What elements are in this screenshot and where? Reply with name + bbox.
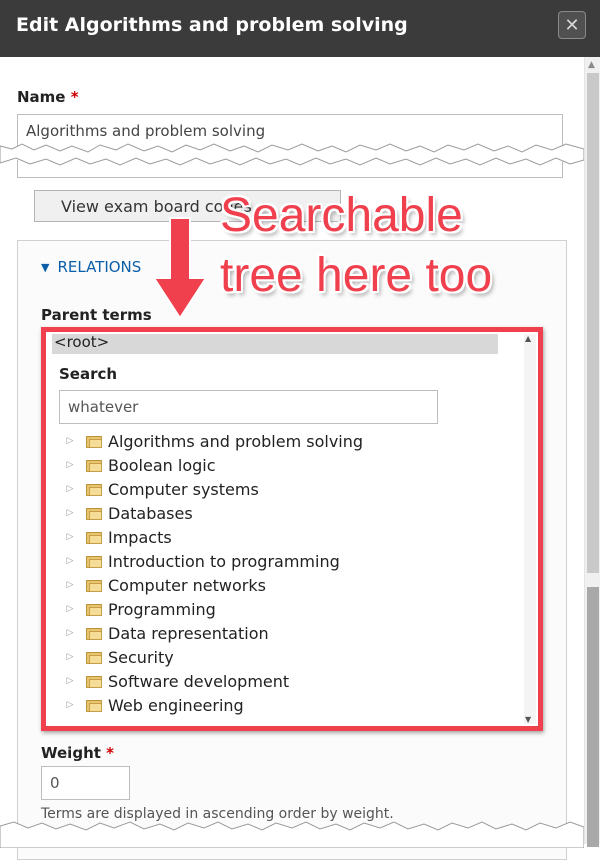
expand-triangle-icon[interactable]: ▷ — [64, 460, 76, 470]
expand-triangle-icon[interactable]: ▷ — [64, 604, 76, 614]
folder-icon — [86, 531, 102, 544]
tree-item-label[interactable]: Databases — [108, 504, 193, 523]
relations-label: RELATIONS — [57, 258, 142, 276]
folder-icon — [86, 507, 102, 520]
close-button[interactable]: ✕ — [558, 11, 586, 39]
folder-icon — [86, 459, 102, 472]
folder-icon — [86, 699, 102, 712]
tree-item-label[interactable]: Algorithms and problem solving — [108, 432, 363, 451]
tree-item[interactable]: ▷ Algorithms and problem solving — [64, 429, 514, 453]
tree-item-label[interactable]: Software development — [108, 672, 289, 691]
expand-triangle-icon[interactable]: ▷ — [64, 508, 76, 518]
tree-scrollbar[interactable]: ▲ ▼ — [524, 334, 536, 724]
search-input[interactable]: whatever — [59, 390, 438, 424]
expand-triangle-icon[interactable]: ▷ — [64, 652, 76, 662]
dialog-title: Edit Algorithms and problem solving — [16, 14, 408, 36]
scroll-down-icon[interactable]: ▼ — [525, 715, 531, 724]
tree-item-label[interactable]: Boolean logic — [108, 456, 216, 475]
folder-icon — [86, 651, 102, 664]
tree-item-label[interactable]: Computer networks — [108, 576, 266, 595]
expand-triangle-icon[interactable]: ▷ — [64, 556, 76, 566]
tree-item-label[interactable]: Impacts — [108, 528, 172, 547]
expand-triangle-icon[interactable]: ▷ — [64, 676, 76, 686]
relations-toggle[interactable]: ▼ RELATIONS — [41, 258, 141, 276]
folder-icon — [86, 627, 102, 640]
expand-triangle-icon[interactable]: ▷ — [64, 532, 76, 542]
folder-icon — [86, 435, 102, 448]
scroll-up-icon[interactable]: ▲ — [525, 334, 531, 343]
required-marker: * — [70, 88, 79, 106]
expand-triangle-icon[interactable]: ▷ — [64, 436, 76, 446]
scrollbar-track — [587, 73, 599, 573]
dialog-titlebar: Edit Algorithms and problem solving ✕ — [0, 0, 600, 57]
folder-icon — [86, 579, 102, 592]
weight-input[interactable]: 0 — [41, 766, 130, 800]
tree-item-label[interactable]: Web engineering — [108, 696, 244, 715]
tree-item[interactable]: ▷ Data representation — [64, 621, 514, 645]
annotation-text-line1: Searchable — [220, 189, 463, 242]
required-marker: * — [106, 744, 115, 762]
tree-item[interactable]: ▷ Security — [64, 645, 514, 669]
tree-item-label[interactable]: Programming — [108, 600, 216, 619]
tree-item[interactable]: ▷ Web engineering — [64, 693, 514, 717]
tree-item[interactable]: ▷ Software development — [64, 669, 514, 693]
folder-icon — [86, 555, 102, 568]
scroll-up-icon[interactable]: ▲ — [588, 60, 595, 70]
name-label: Name * — [17, 88, 79, 106]
tree-item-label[interactable]: Introduction to programming — [108, 552, 340, 571]
parent-terms-label: Parent terms — [41, 306, 152, 324]
close-icon: ✕ — [564, 15, 580, 36]
annotation-arrow — [152, 217, 208, 320]
expand-triangle-icon[interactable]: ▷ — [64, 484, 76, 494]
collapse-triangle-icon: ▼ — [41, 261, 50, 274]
folder-icon — [86, 603, 102, 616]
tree-item-label[interactable]: Computer systems — [108, 480, 259, 499]
tree-item[interactable]: ▷ Boolean logic — [64, 453, 514, 477]
tree-item[interactable]: ▷ Programming — [64, 597, 514, 621]
folder-icon — [86, 483, 102, 496]
expand-triangle-icon[interactable]: ▷ — [64, 580, 76, 590]
weight-label-text: Weight — [41, 744, 101, 762]
weight-label: Weight * — [41, 744, 114, 762]
tree-item-label[interactable]: Security — [108, 648, 174, 667]
root-option[interactable]: <root> — [52, 334, 498, 354]
expand-triangle-icon[interactable]: ▷ — [64, 628, 76, 638]
tree-item-label[interactable]: Data representation — [108, 624, 269, 643]
tree-item[interactable]: ▷ Introduction to programming — [64, 549, 514, 573]
search-label: Search — [59, 365, 118, 383]
name-input-continued — [17, 160, 563, 178]
folder-icon — [86, 675, 102, 688]
expand-triangle-icon[interactable]: ▷ — [64, 700, 76, 710]
annotation-text-line2: tree here too — [220, 249, 493, 302]
scrollbar-thumb[interactable] — [587, 587, 599, 847]
tree-item[interactable]: ▷ Impacts — [64, 525, 514, 549]
term-tree: ▷ Algorithms and problem solving ▷ Boolean… — [64, 429, 514, 717]
name-label-text: Name — [17, 88, 66, 106]
tree-item[interactable]: ▷ Computer systems — [64, 477, 514, 501]
tree-item[interactable]: ▷ Computer networks — [64, 573, 514, 597]
dialog-scrollbar[interactable]: ▲ — [584, 57, 600, 847]
tree-item[interactable]: ▷ Databases — [64, 501, 514, 525]
